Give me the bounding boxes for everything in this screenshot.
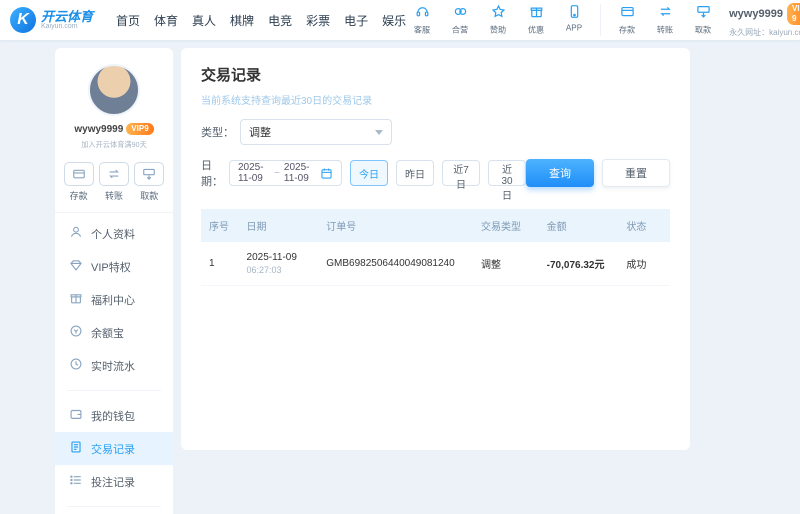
sidebar-item-transaction-records[interactable]: 交易记录 [55,432,173,465]
clock-icon [69,357,83,374]
username: wywy9999 [729,8,783,20]
wallet-icon [69,407,83,424]
partner-icon [453,4,468,22]
sidebar-transfer-button[interactable]: 转账 [99,162,129,202]
topbar: K 开云体育 Kaiyun.com 首页 体育 真人 棋牌 电竞 彩票 电子 娱… [0,0,800,40]
headset-icon [415,4,430,22]
withdraw-card-icon [134,162,164,186]
header-index: 序号 [201,209,239,242]
profile-vip-badge: VIP9 [126,123,153,135]
sidebar-item-vip[interactable]: VIP特权 [55,250,173,283]
nav-item-chess[interactable]: 棋牌 [230,12,254,29]
profile-avatar[interactable] [88,64,140,116]
table-row: 1 2025-11-09 06:27:03 GMB698250644004908… [201,242,670,286]
page-subtitle: 当前系统支持查询最近30日的交易记录 [201,92,670,107]
sidebar-item-benefits[interactable]: 福利中心 [55,283,173,316]
calendar-icon [320,167,333,180]
cell-date: 2025-11-09 06:27:03 [239,242,319,286]
sidebar-item-profile[interactable]: 个人资料 [55,217,173,250]
coin-icon [69,324,83,341]
member-since-text: 加入开云体育满90天 [61,140,167,150]
header-type: 交易类型 [473,209,539,242]
date-label: 日期： [201,157,223,189]
nav-item-live[interactable]: 真人 [192,12,216,29]
header-status: 状态 [618,209,670,242]
type-select[interactable]: 调整 [240,119,392,145]
reset-button[interactable]: 重置 [602,159,670,187]
header-amount: 金额 [539,209,619,242]
transfer-button[interactable]: 转账 [649,4,681,36]
sidebar-item-wallet[interactable]: 我的钱包 [55,399,173,432]
vip-badge: VIP 9 [787,3,800,25]
logo-title: 开云体育 [41,10,93,23]
header-date: 日期 [239,209,319,242]
logo-subtitle: Kaiyun.com [41,23,93,31]
type-label: 类型： [201,124,234,140]
range-yesterday-button[interactable]: 昨日 [396,160,434,186]
header-order-no: 订单号 [318,209,473,242]
records-icon [69,440,83,457]
date-from: 2025-11-09 [238,162,270,184]
transfer-arrows-icon [99,162,129,186]
promotions-button[interactable]: 优惠 [520,4,552,36]
star-icon [491,4,506,22]
app-download-button[interactable]: APP [558,4,590,36]
range-7days-button[interactable]: 近7日 [442,160,480,186]
deposit-card-icon [620,4,635,22]
nav-item-esports[interactable]: 电竞 [268,12,292,29]
date-range-picker[interactable]: 2025-11-09 ~ 2025-11-09 [229,160,342,186]
cell-status: 成功 [618,242,670,286]
sidebar-deposit-button[interactable]: 存款 [64,162,94,202]
nav-item-sports[interactable]: 体育 [154,12,178,29]
sponsor-button[interactable]: 赞助 [482,4,514,36]
cell-index: 1 [201,242,239,286]
cell-order-no: GMB6982506440049081240 [318,242,473,286]
profile-username: wywy9999 [74,124,123,135]
cell-amount: -70,076.32元 [539,242,619,286]
cell-time: 06:27:03 [247,265,311,275]
cell-type: 调整 [473,242,539,286]
gift-icon [69,291,83,308]
search-button[interactable]: 查询 [526,159,594,187]
main-nav: 首页 体育 真人 棋牌 电竞 彩票 电子 娱乐 [116,12,406,29]
chevron-down-icon [375,130,383,135]
nav-item-slots[interactable]: 电子 [344,12,368,29]
date-separator: ~ [274,168,280,179]
logo[interactable]: K 开云体育 Kaiyun.com [10,7,102,33]
date-to: 2025-11-09 [284,162,316,184]
deposit-card-icon [64,162,94,186]
customer-service-button[interactable]: 客服 [406,4,438,36]
nav-item-entertainment[interactable]: 娱乐 [382,12,406,29]
deposit-button[interactable]: 存款 [611,4,643,36]
gift-icon [529,4,544,22]
sidebar-menu: 个人资料 VIP特权 福利中心 余额宝 实时流水 我的钱包 [55,213,173,514]
nav-item-home[interactable]: 首页 [116,12,140,29]
transfer-arrows-icon [658,4,673,22]
partnership-button[interactable]: 合营 [444,4,476,36]
transactions-table: 序号 日期 订单号 交易类型 金额 状态 1 2025-11-09 06:27:… [201,209,670,286]
type-selected-value: 调整 [249,124,271,140]
user-info[interactable]: wywy9999 VIP 9 永久网址：kaiyun.com [729,3,800,38]
withdraw-button[interactable]: 取款 [687,4,719,36]
divider [67,506,161,507]
table-header-row: 序号 日期 订单号 交易类型 金额 状态 [201,209,670,242]
sidebar: wywy9999 VIP9 加入开云体育满90天 存款 转账 取款 个人资料 [55,48,173,514]
sidebar-withdraw-button[interactable]: 取款 [134,162,164,202]
logo-icon: K [10,7,36,33]
nav-item-lottery[interactable]: 彩票 [306,12,330,29]
range-today-button[interactable]: 今日 [350,160,388,186]
permanent-domain: 永久网址：kaiyun.com [729,27,800,38]
user-icon [69,225,83,242]
transaction-records-panel: 交易记录 当前系统支持查询最近30日的交易记录 类型： 调整 日期： 2025-… [181,48,690,450]
sidebar-item-bet-records[interactable]: 投注记录 [55,465,173,498]
phone-icon [567,4,582,22]
diamond-icon [69,258,83,275]
sidebar-item-realtime-flow[interactable]: 实时流水 [55,349,173,382]
withdraw-card-icon [696,4,711,22]
sidebar-item-yuebao[interactable]: 余额宝 [55,316,173,349]
list-icon [69,473,83,490]
page-title: 交易记录 [201,64,670,85]
divider [67,390,161,391]
range-30days-button[interactable]: 近30日 [488,160,526,186]
